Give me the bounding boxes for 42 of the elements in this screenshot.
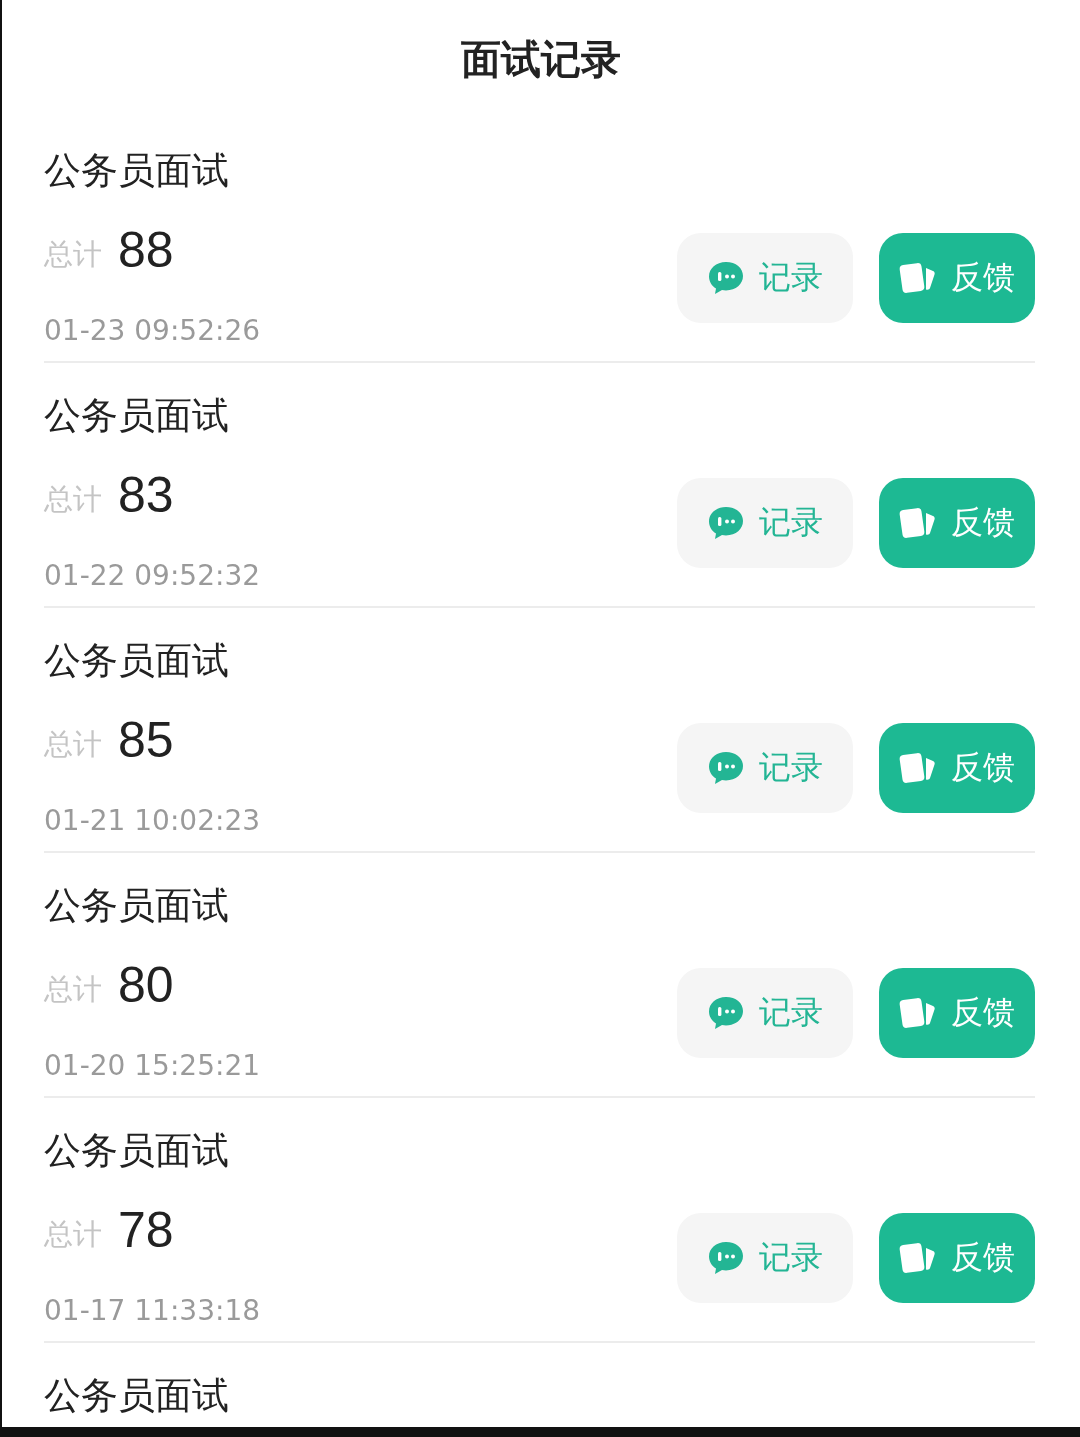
feedback-button[interactable]: 反馈 <box>879 233 1035 323</box>
record-time: 01-23 09:52:26 <box>44 313 260 349</box>
cards-icon <box>899 751 937 785</box>
record-button[interactable]: 记录 <box>677 233 853 323</box>
total-label: 总计 <box>44 971 102 1008</box>
chat-bubble-icon <box>707 750 745 786</box>
chat-bubble-icon <box>707 260 745 296</box>
cards-icon <box>899 1241 937 1275</box>
record-button[interactable]: 记录 <box>677 968 853 1058</box>
record-title: 公务员面试 <box>44 638 229 684</box>
record-title: 公务员面试 <box>44 393 229 439</box>
total-label: 总计 <box>44 1216 102 1253</box>
feedback-button[interactable]: 反馈 <box>879 723 1035 813</box>
record-time: 01-22 09:52:32 <box>44 558 260 594</box>
record-button[interactable]: 记录 <box>677 723 853 813</box>
record-title: 公务员面试 <box>44 148 229 194</box>
score-value: 83 <box>118 466 174 524</box>
record-time: 01-21 10:02:23 <box>44 803 260 839</box>
record-button[interactable]: 记录 <box>677 478 853 568</box>
record-title: 公务员面试 <box>44 1373 229 1419</box>
record-button[interactable]: 记录 <box>677 1213 853 1303</box>
total-label: 总计 <box>44 481 102 518</box>
record-time: 01-17 11:33:18 <box>44 1293 260 1329</box>
feedback-button[interactable]: 反馈 <box>879 478 1035 568</box>
cards-icon <box>899 261 937 295</box>
page-title: 面试记录 <box>461 34 621 84</box>
score-value: 80 <box>118 956 174 1014</box>
chat-bubble-icon <box>707 995 745 1031</box>
feedback-button[interactable]: 反馈 <box>879 1213 1035 1303</box>
score-value: 78 <box>118 1201 174 1259</box>
score-value: 85 <box>118 711 174 769</box>
total-label: 总计 <box>44 726 102 763</box>
chat-bubble-icon <box>707 505 745 541</box>
record-title: 公务员面试 <box>44 1128 229 1174</box>
cards-icon <box>899 506 937 540</box>
feedback-button[interactable]: 反馈 <box>879 968 1035 1058</box>
total-label: 总计 <box>44 236 102 273</box>
record-time: 01-20 15:25:21 <box>44 1048 260 1084</box>
record-title: 公务员面试 <box>44 883 229 929</box>
score-value: 88 <box>118 221 174 279</box>
cards-icon <box>899 996 937 1030</box>
chat-bubble-icon <box>707 1240 745 1276</box>
